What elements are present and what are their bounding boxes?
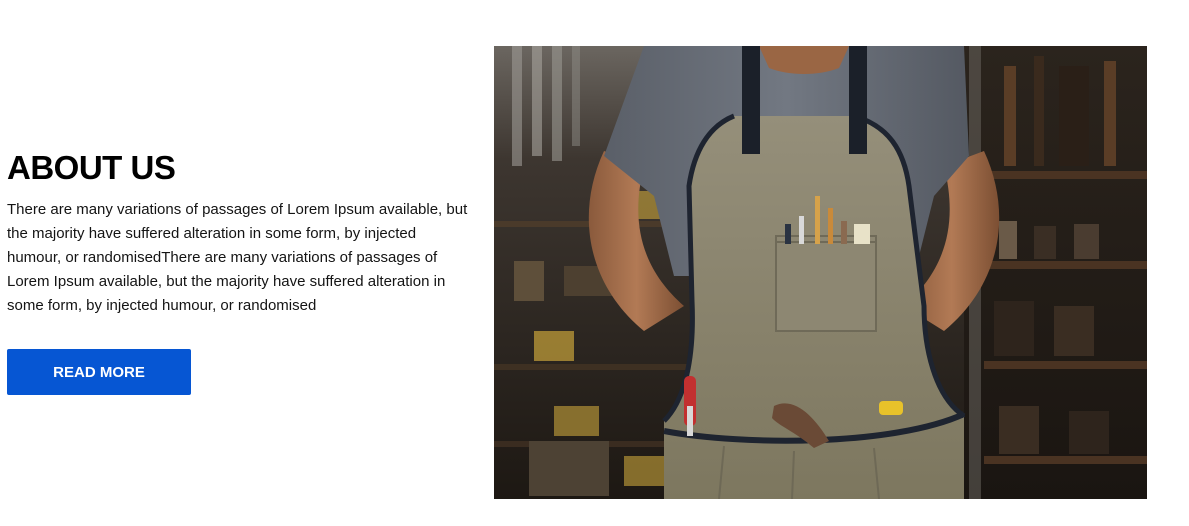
section-title: ABOUT US <box>7 149 176 186</box>
about-text-column: ABOUT US There are many variations of pa… <box>7 148 477 318</box>
workshop-illustration <box>494 46 1147 499</box>
craftsman-photo <box>494 46 1147 499</box>
about-description: There are many variations of passages of… <box>7 201 468 314</box>
read-more-button[interactable]: READ MORE <box>7 349 191 395</box>
about-section: ABOUT US There are many variations of pa… <box>0 0 1189 526</box>
